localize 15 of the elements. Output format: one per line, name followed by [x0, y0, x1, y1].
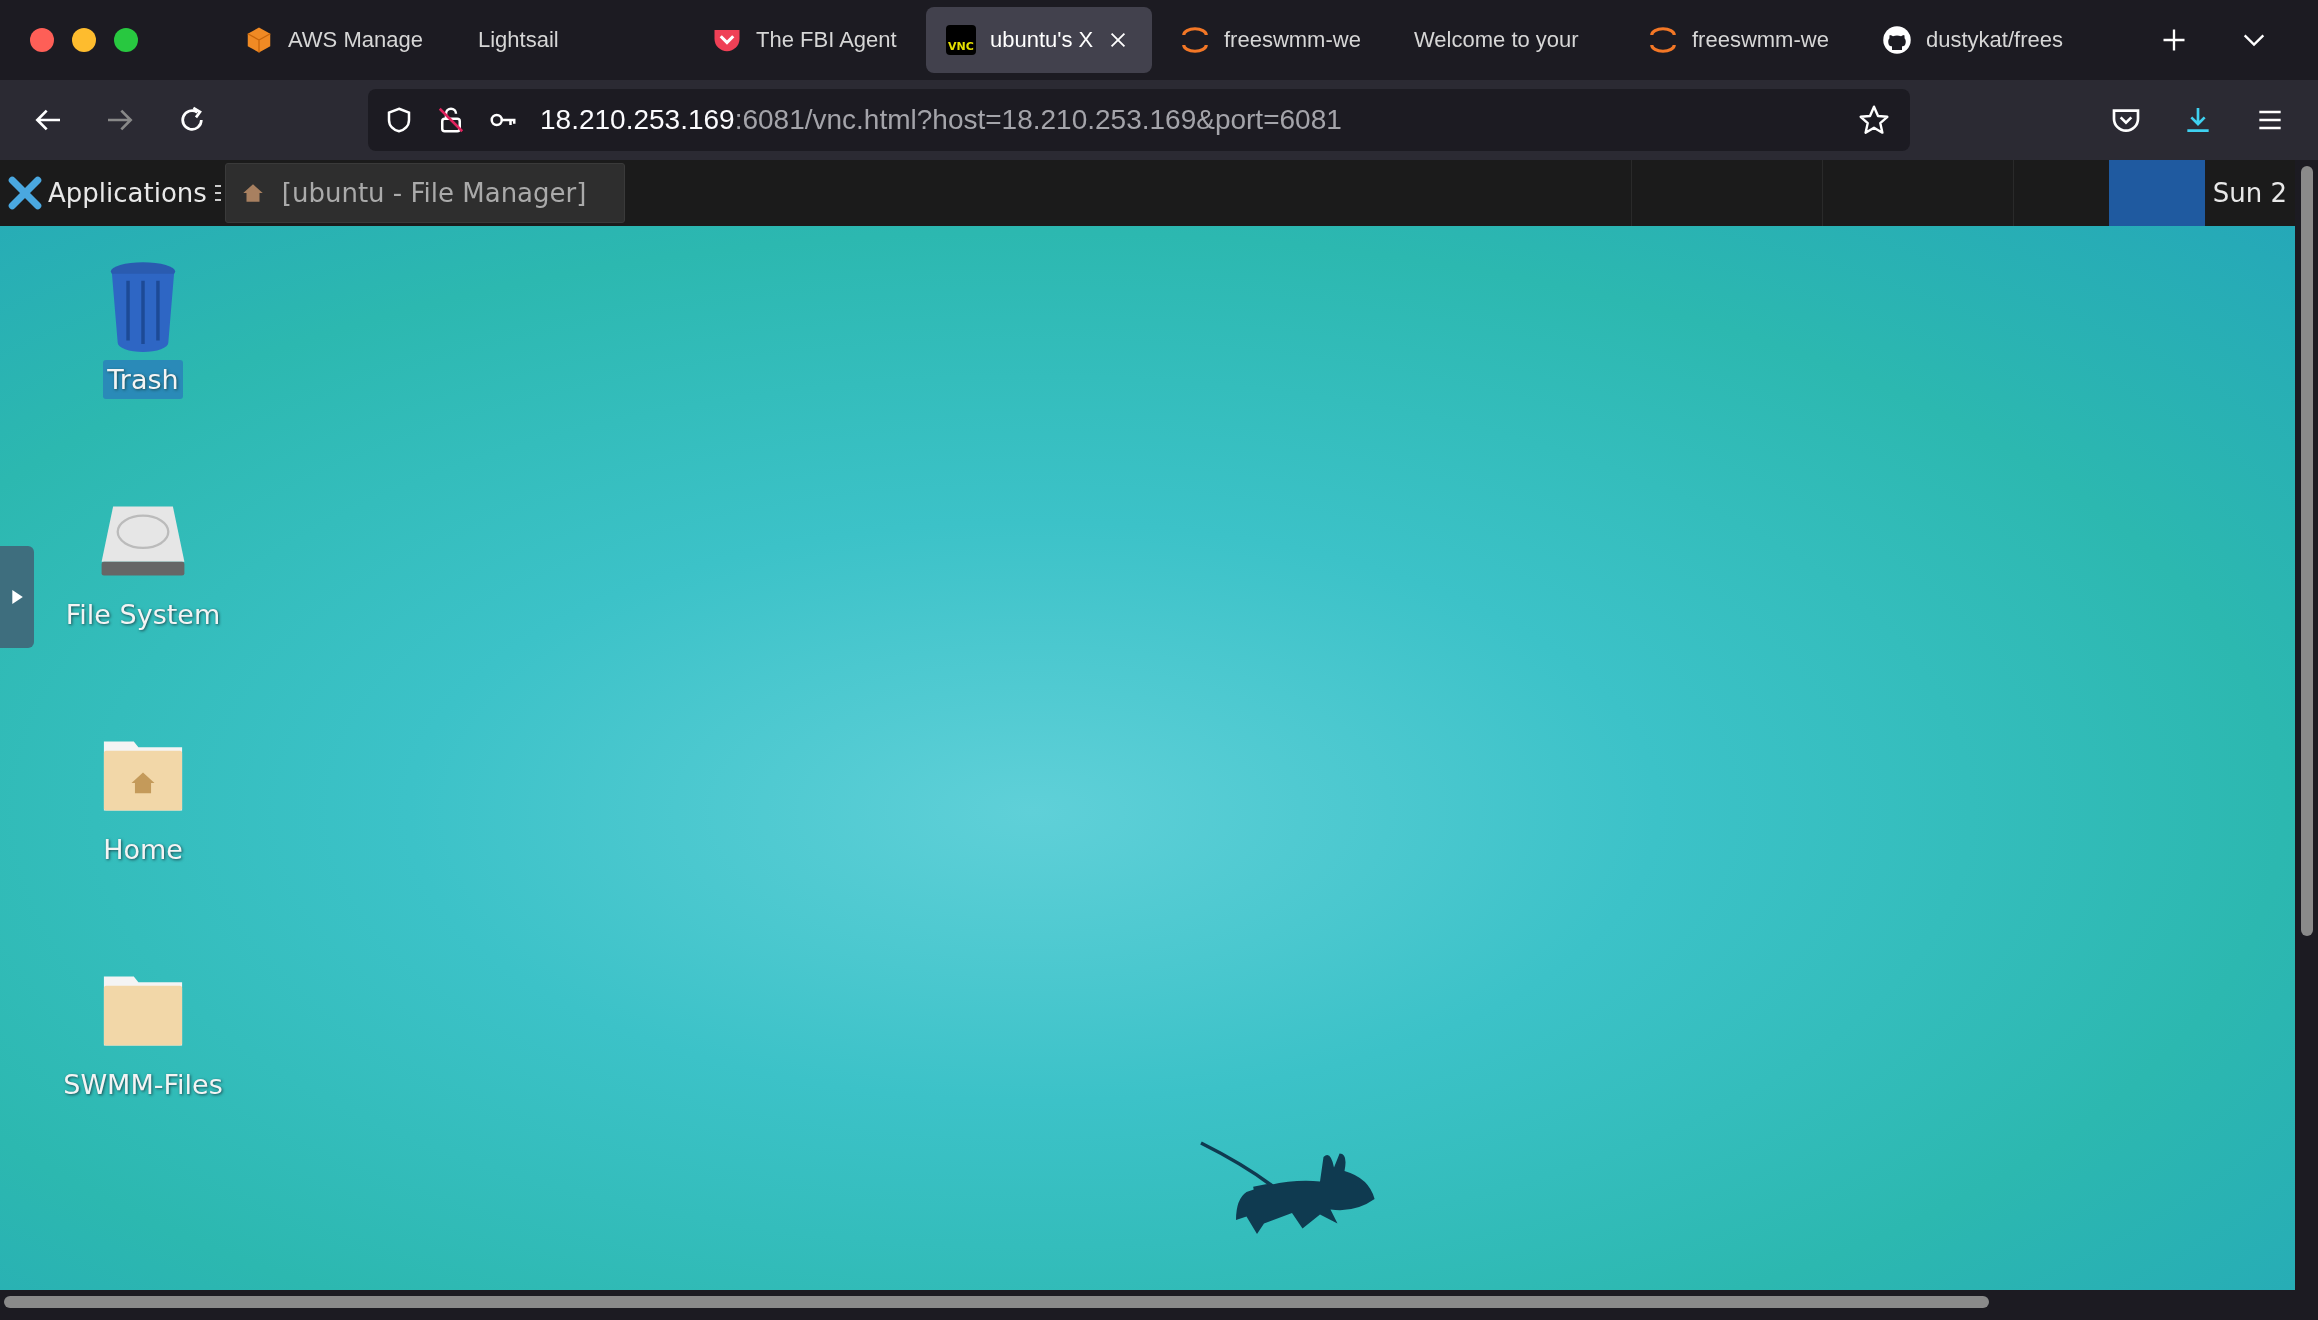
browser-tab[interactable]: VNC ubuntu's X — [926, 7, 1152, 73]
clock: Sun 2 — [2211, 178, 2288, 208]
desktop-icon-label[interactable]: Trash — [103, 360, 183, 399]
browser-tab[interactable]: dustykat/frees — [1862, 7, 2088, 73]
browser-tab[interactable]: Lightsail — [458, 7, 684, 73]
applications-menu[interactable]: Applications — [48, 178, 207, 208]
vnc-logo-icon: VNC — [946, 25, 976, 55]
browser-tab[interactable]: The FBI Agent — [692, 7, 918, 73]
window-button[interactable]: [ubuntu - File Manager] — [224, 163, 625, 223]
browser-tab[interactable]: Welcome to your — [1394, 7, 1620, 73]
browser-tab[interactable]: AWS Manage — [224, 7, 450, 73]
browser-tab[interactable]: freeswmm-we — [1160, 7, 1386, 73]
browser-tab[interactable]: freeswmm-we — [1628, 7, 1854, 73]
address-field[interactable]: 18.210.253.169:6081/vnc.html?host=18.210.253.169&port=6081 — [368, 89, 1910, 151]
url-text[interactable]: 18.210.253.169:6081/vnc.html?host=18.210.253.169&port=6081 — [540, 104, 1342, 136]
